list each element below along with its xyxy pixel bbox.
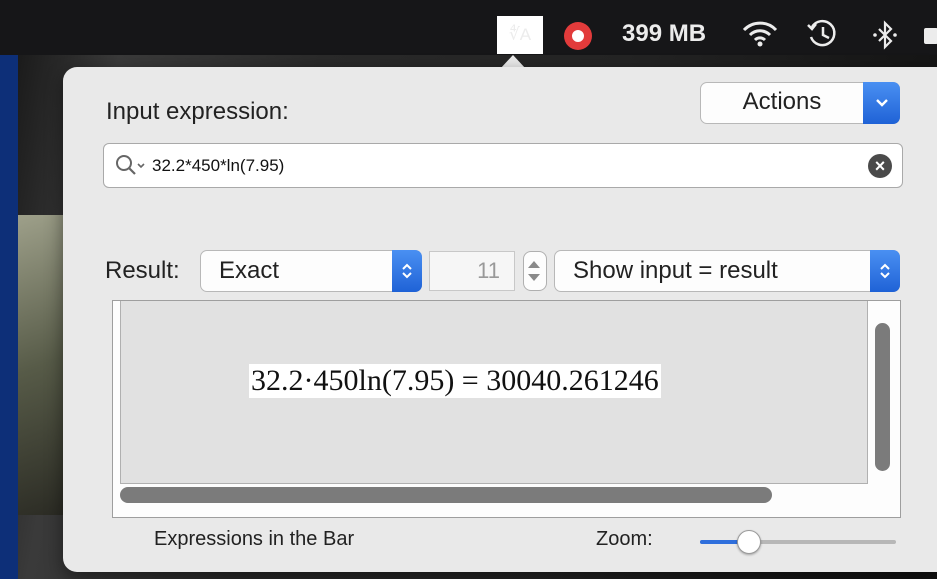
result-text: 32.2·450ln(7.95) = 30040.261246 [249,364,661,398]
record-icon[interactable] [564,22,592,50]
chevron-down-icon[interactable] [863,82,900,124]
updown-arrows-icon[interactable] [392,250,422,292]
vertical-scrollbar[interactable] [875,323,890,471]
actions-label: Actions [742,88,822,115]
zoom-label: Zoom: [596,528,653,550]
menu-bar: ∜A 399 MB [0,0,937,55]
display-mode-select[interactable]: Show input = result [554,250,900,292]
result-view[interactable]: 32.2·450ln(7.95) = 30040.261246 [112,300,901,518]
display-mode-value: Show input = result [573,257,778,284]
calculator-popover: Input expression: Actions × Result: Exac… [63,67,937,572]
result-mode-select[interactable]: Exact [200,250,422,292]
calculator-app-icon[interactable]: ∜A [497,16,543,54]
precision-stepper[interactable] [523,251,547,291]
zoom-slider[interactable] [700,530,896,554]
bluetooth-icon[interactable] [872,20,898,55]
expressions-in-bar-label[interactable]: Expressions in the Bar [154,528,354,551]
time-machine-icon[interactable] [805,17,839,56]
zoom-slider-knob[interactable] [737,530,761,554]
clear-icon[interactable]: × [868,154,892,178]
result-canvas: 32.2·450ln(7.95) = 30040.261246 [120,301,868,484]
search-icon[interactable] [114,153,150,184]
stepper-up-icon[interactable] [528,261,540,268]
input-expression-label: Input expression: [106,98,289,125]
expression-input[interactable] [152,144,852,187]
result-label: Result: [105,257,180,284]
result-mode-value: Exact [219,257,280,284]
actions-menu[interactable]: Actions [700,82,900,124]
precision-field[interactable]: 11 [429,251,515,291]
desktop-image [18,215,64,515]
wifi-icon[interactable] [740,20,780,53]
horizontal-scrollbar[interactable] [120,487,772,503]
updown-arrows-icon[interactable] [870,250,900,292]
menu-extra-icon[interactable] [924,28,937,44]
expression-field[interactable]: × [103,143,903,188]
memory-usage[interactable]: 399 MB [622,20,706,48]
stepper-down-icon[interactable] [528,274,540,281]
